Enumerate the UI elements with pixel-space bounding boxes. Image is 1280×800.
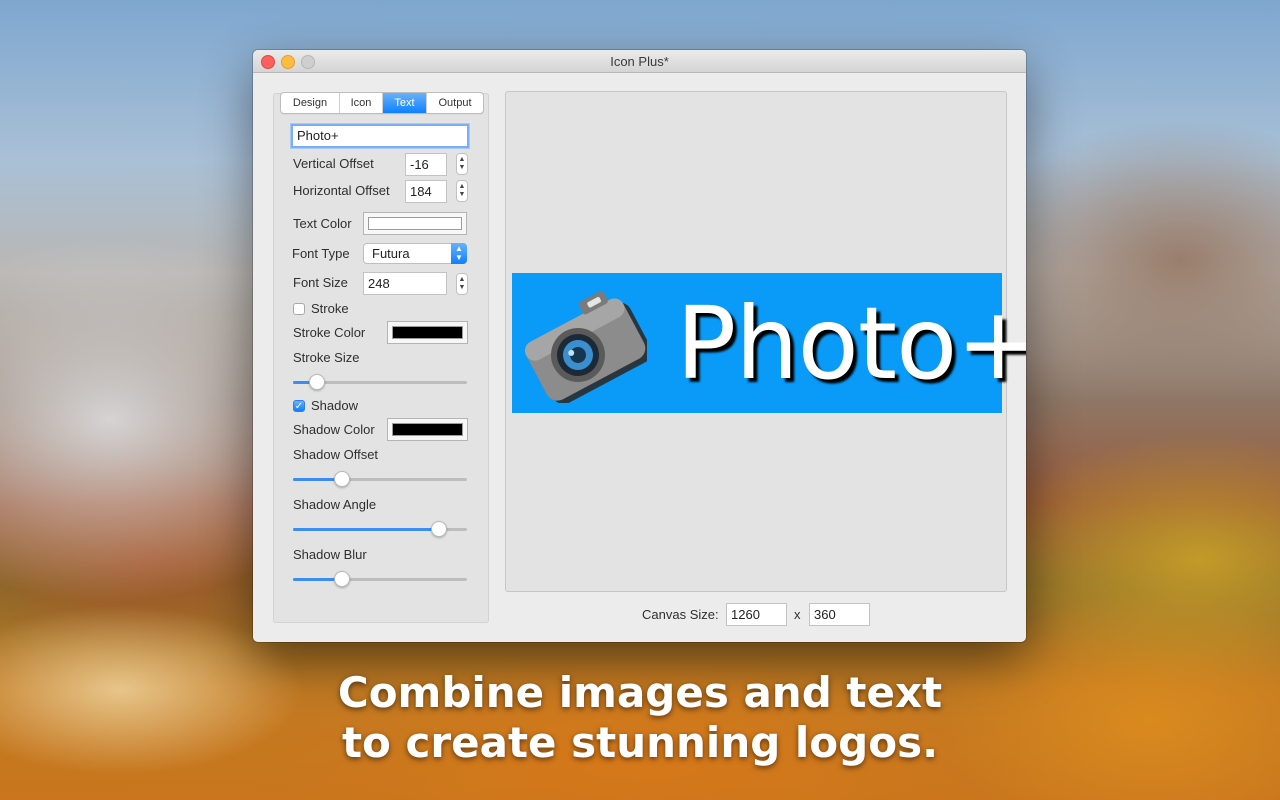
shadow-blur-slider[interactable]	[293, 569, 467, 589]
horizontal-offset-stepper[interactable]: ▲ ▼	[456, 180, 468, 202]
stroke-size-slider[interactable]	[293, 372, 467, 392]
slider-fill	[293, 528, 440, 531]
shadow-blur-label: Shadow Blur	[293, 547, 367, 562]
shadow-color-label: Shadow Color	[293, 422, 375, 437]
font-size-stepper[interactable]: ▲ ▼	[456, 273, 468, 295]
font-type-value: Futura	[372, 246, 410, 261]
stroke-color-label: Stroke Color	[293, 325, 366, 340]
shadow-angle-slider[interactable]	[293, 519, 467, 539]
tagline-line-2: to create stunning logos.	[341, 718, 939, 767]
camera-icon	[524, 291, 647, 403]
vertical-offset-stepper[interactable]: ▲ ▼	[456, 153, 468, 175]
stroke-checkbox[interactable]	[293, 303, 305, 315]
vertical-offset-field[interactable]: -16	[405, 153, 447, 176]
canvas-width-field[interactable]: 1260	[726, 603, 787, 626]
title-bar: Icon Plus*	[253, 50, 1026, 73]
popup-arrows-icon: ▲ ▼	[451, 243, 467, 264]
window-title: Icon Plus*	[610, 54, 669, 69]
tagline-line-1: Combine images and text	[337, 668, 943, 717]
canvas-preview[interactable]: Photo+	[505, 91, 1026, 592]
horizontal-offset-field[interactable]: 184	[405, 180, 447, 203]
shadow-offset-slider[interactable]	[293, 469, 467, 489]
logo-preview: Photo+	[512, 273, 1026, 413]
tab-bar: Design Icon Text Output	[280, 92, 484, 114]
tab-text[interactable]: Text	[383, 93, 427, 113]
font-size-label: Font Size	[293, 275, 348, 290]
stroke-size-label: Stroke Size	[293, 350, 360, 365]
slider-knob[interactable]	[309, 374, 326, 390]
stroke-color-swatch	[392, 326, 463, 339]
slider-knob[interactable]	[431, 521, 448, 537]
font-type-label: Font Type	[292, 246, 350, 261]
shadow-checkbox[interactable]: ✓	[293, 400, 305, 412]
slider-knob[interactable]	[333, 571, 350, 587]
tab-design[interactable]: Design	[281, 93, 340, 113]
vertical-offset-label: Vertical Offset	[293, 156, 374, 171]
shadow-label: Shadow	[311, 398, 358, 413]
horizontal-offset-label: Horizontal Offset	[293, 183, 390, 198]
shadow-color-swatch	[392, 423, 463, 436]
canvas-size-separator: x	[794, 607, 801, 622]
stroke-label: Stroke	[311, 301, 349, 316]
tab-icon[interactable]: Icon	[340, 93, 383, 113]
slider-knob[interactable]	[333, 471, 350, 487]
logo-text-input[interactable]: Photo+	[291, 124, 469, 148]
font-type-popup[interactable]: Futura ▲ ▼	[363, 243, 467, 264]
font-size-field[interactable]: 248	[363, 272, 447, 295]
canvas-height-field[interactable]: 360	[809, 603, 870, 626]
text-color-well[interactable]	[363, 212, 467, 235]
shadow-offset-label: Shadow Offset	[293, 447, 379, 462]
app-window: Icon Plus* Design Icon Text Output Photo…	[253, 50, 1026, 642]
text-color-swatch	[368, 217, 462, 230]
logo-text: Photo+	[676, 285, 1026, 402]
canvas-size-label: Canvas Size:	[642, 607, 719, 622]
shadow-color-well[interactable]	[387, 418, 468, 441]
tab-output[interactable]: Output	[427, 93, 483, 113]
stroke-color-well[interactable]	[387, 321, 468, 344]
text-color-label: Text Color	[293, 216, 352, 231]
shadow-angle-label: Shadow Angle	[293, 497, 377, 512]
